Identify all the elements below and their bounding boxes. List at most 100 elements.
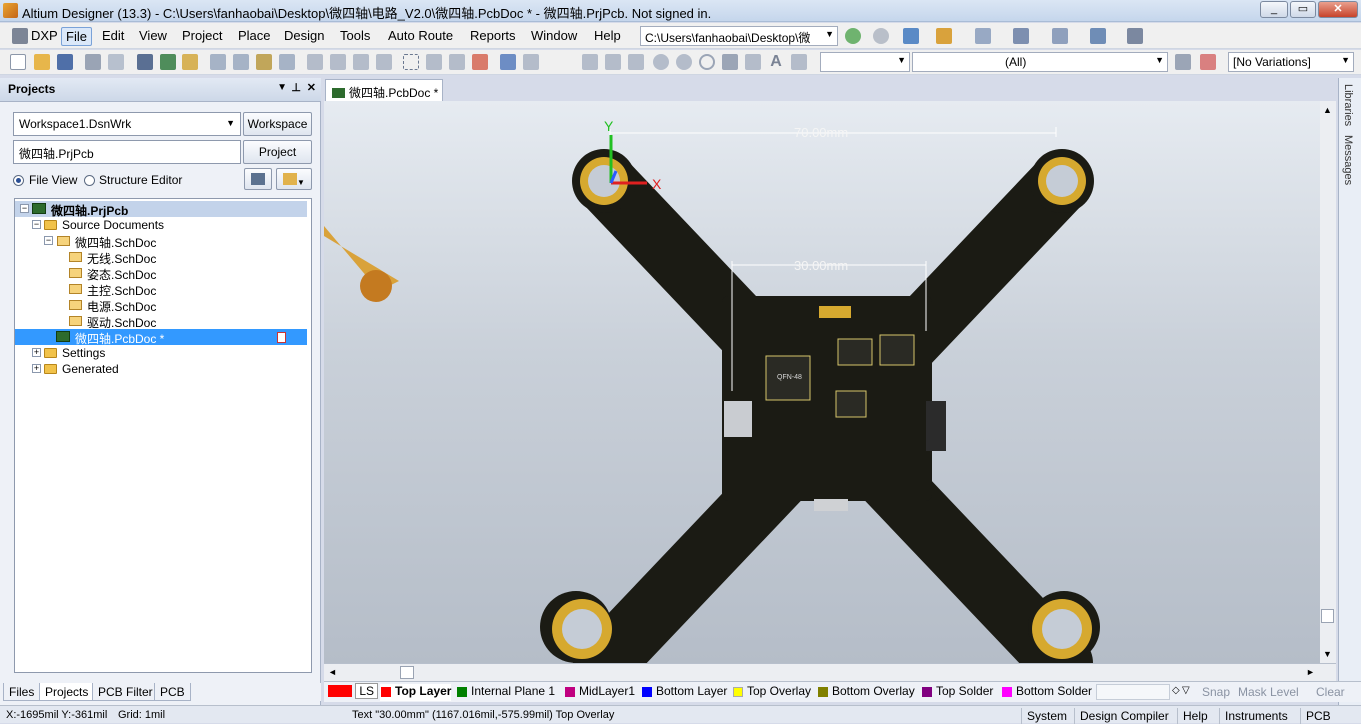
rubber-stamp-icon[interactable]: [376, 54, 392, 70]
component-icon[interactable]: [791, 54, 807, 70]
fill-icon[interactable]: [722, 54, 738, 70]
file-view-radio[interactable]: [13, 175, 24, 186]
system-panel-button[interactable]: System: [1021, 708, 1072, 724]
layer-tab-bottom-overlay[interactable]: Bottom Overlay: [817, 684, 915, 701]
scroll-down-icon[interactable]: ▼: [1323, 649, 1332, 659]
variations-combo[interactable]: [No Variations] ▼: [1228, 52, 1354, 72]
layer-tab-top-overlay[interactable]: Top Overlay: [732, 684, 811, 701]
collapse-icon[interactable]: −: [32, 220, 41, 229]
tab-files[interactable]: Files: [3, 683, 41, 701]
tree-item-pcbdoc[interactable]: 微四轴.PcbDoc *: [15, 329, 307, 346]
select-area-icon[interactable]: [403, 54, 419, 70]
layer-tab-bottom-solder[interactable]: Bottom Solder: [1001, 684, 1092, 701]
string-icon[interactable]: A: [768, 54, 784, 70]
collapse-icon[interactable]: −: [20, 204, 29, 213]
undo-icon[interactable]: [500, 54, 516, 70]
filter-combo[interactable]: (All) ▼: [912, 52, 1168, 72]
folder-icon[interactable]: [182, 54, 198, 70]
compile-button[interactable]: [244, 168, 272, 190]
layer-tab-internal-plane-1[interactable]: Internal Plane 1: [456, 684, 555, 701]
net-class-combo[interactable]: ▼: [820, 52, 910, 72]
deselect-icon[interactable]: [449, 54, 465, 70]
clear-filter-icon[interactable]: [1200, 54, 1216, 70]
move-icon[interactable]: [426, 54, 442, 70]
back-icon[interactable]: [845, 28, 861, 44]
print-icon[interactable]: [85, 54, 101, 70]
pin-icon[interactable]: ⊥: [291, 81, 301, 94]
help-panel-button[interactable]: Help: [1177, 708, 1213, 724]
layers-icon[interactable]: [137, 54, 153, 70]
paste-icon[interactable]: [353, 54, 369, 70]
layer-tab-top-layer[interactable]: Top Layer: [380, 684, 452, 701]
tree-item-schdoc[interactable]: 电源.SchDoc: [15, 297, 307, 314]
menu-design[interactable]: Design: [280, 27, 328, 46]
pcb-canvas[interactable]: QFN-48 70.00mm 30.00mm Y X: [324, 101, 1336, 663]
menu-auto-route[interactable]: Auto Route: [384, 27, 457, 46]
scroll-up-icon[interactable]: ▲: [1323, 105, 1332, 115]
room-icon[interactable]: [1090, 28, 1106, 44]
via-icon[interactable]: [676, 54, 692, 70]
grid-icon[interactable]: [1127, 28, 1143, 44]
cut-icon[interactable]: [307, 54, 323, 70]
tab-projects[interactable]: Projects: [39, 683, 95, 701]
expand-icon[interactable]: +: [32, 364, 41, 373]
structure-editor-radio[interactable]: [84, 175, 95, 186]
text-icon[interactable]: [1013, 28, 1029, 44]
tree-item-generated[interactable]: + Generated: [15, 361, 307, 377]
home-icon[interactable]: [903, 28, 919, 44]
layer-tab-midlayer1[interactable]: MidLayer1: [564, 684, 635, 701]
layer-tabs-overflow[interactable]: [1096, 684, 1170, 700]
arc-icon[interactable]: [699, 54, 715, 70]
project-button[interactable]: Project: [243, 140, 312, 164]
multi-route-icon[interactable]: [628, 54, 644, 70]
close-panel-icon[interactable]: ✕: [307, 81, 316, 94]
forward-icon[interactable]: [873, 28, 889, 44]
tree-item-schdoc[interactable]: − 微四轴.SchDoc: [15, 233, 307, 250]
tree-item-settings[interactable]: + Settings: [15, 345, 307, 361]
tree-item-schdoc[interactable]: 无线.SchDoc: [15, 249, 307, 266]
instruments-panel-button[interactable]: Instruments: [1219, 708, 1293, 724]
scroll-left-icon[interactable]: ◄: [328, 667, 337, 677]
clear-button[interactable]: Clear: [1316, 685, 1345, 699]
menu-file[interactable]: File: [61, 27, 92, 46]
menu-reports[interactable]: Reports: [466, 27, 520, 46]
filter-icon[interactable]: ▽: [1182, 685, 1190, 696]
menu-dxp[interactable]: DXP: [27, 27, 62, 46]
save-icon[interactable]: [57, 54, 73, 70]
close-button[interactable]: ✕: [1318, 1, 1358, 18]
tree-item-schdoc[interactable]: 主控.SchDoc: [15, 281, 307, 298]
zoom-fit-icon[interactable]: [210, 54, 226, 70]
zoom-selected-icon[interactable]: [256, 54, 272, 70]
pad-icon[interactable]: [653, 54, 669, 70]
tab-pcb-filter[interactable]: PCB Filter: [92, 683, 159, 701]
workspace-combo[interactable]: Workspace1.DsnWrk ▼: [13, 112, 241, 136]
menu-project[interactable]: Project: [178, 27, 226, 46]
tree-item-source-documents[interactable]: − Source Documents: [15, 217, 307, 233]
diff-pair-icon[interactable]: [605, 54, 621, 70]
open-icon[interactable]: [34, 54, 50, 70]
interactive-route-icon[interactable]: [1052, 28, 1068, 44]
project-field[interactable]: 微四轴.PrjPcb: [13, 140, 241, 164]
polygon-icon[interactable]: [745, 54, 761, 70]
menu-window[interactable]: Window: [527, 27, 581, 46]
mask-level-button[interactable]: Mask Level: [1238, 685, 1299, 699]
vertical-scroll-thumb[interactable]: [1321, 609, 1334, 623]
horizontal-scrollbar[interactable]: ◄ ►: [324, 663, 1336, 681]
apply-filter-icon[interactable]: [1175, 54, 1191, 70]
menu-help[interactable]: Help: [590, 27, 625, 46]
snap-button[interactable]: Snap: [1202, 685, 1230, 699]
layer-tab-bottom-layer[interactable]: Bottom Layer: [641, 684, 727, 701]
vertical-scrollbar[interactable]: ▲ ▼: [1320, 101, 1336, 663]
edit-icon[interactable]: [936, 28, 952, 44]
tree-item-schdoc[interactable]: 姿态.SchDoc: [15, 265, 307, 282]
board-icon[interactable]: [160, 54, 176, 70]
menu-place[interactable]: Place: [234, 27, 275, 46]
minimize-button[interactable]: _: [1260, 1, 1288, 18]
scroll-right-icon[interactable]: ►: [1306, 667, 1315, 677]
libraries-tab[interactable]: Libraries: [1342, 84, 1354, 126]
print-preview-icon[interactable]: [108, 54, 124, 70]
panel-menu-icon[interactable]: ▼: [277, 82, 287, 93]
collapse-icon[interactable]: −: [44, 236, 53, 245]
menu-edit[interactable]: Edit: [98, 27, 128, 46]
expand-icon[interactable]: +: [32, 348, 41, 357]
